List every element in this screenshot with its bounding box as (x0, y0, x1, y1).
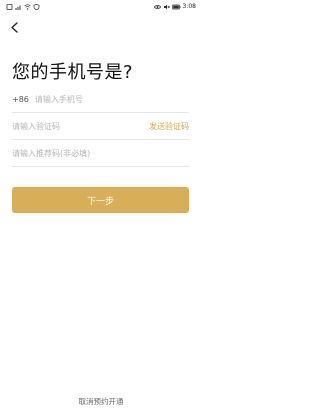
country-code[interactable]: +86 (12, 95, 29, 104)
code-row: 发送验证码 (12, 114, 189, 140)
send-code-button[interactable]: 发送验证码 (149, 121, 189, 132)
referral-row (12, 141, 189, 167)
status-time: 3:08 (182, 3, 196, 10)
chevron-left-icon (10, 21, 18, 33)
referral-input[interactable] (12, 149, 189, 158)
status-right: 3:08 (153, 3, 196, 10)
shield-icon (33, 4, 40, 10)
wifi-icon (24, 4, 31, 10)
back-button[interactable] (7, 20, 21, 34)
signal-icon (15, 5, 21, 10)
status-bar: 3:08 (0, 0, 202, 14)
phone-row: +86 (12, 87, 189, 113)
sim-icon (6, 4, 13, 10)
code-input[interactable] (12, 122, 149, 131)
phone-input[interactable] (34, 95, 189, 104)
eye-icon (153, 4, 161, 10)
mute-icon (163, 4, 170, 10)
battery-icon (171, 4, 181, 10)
page-title: 您的手机号是? (12, 62, 134, 83)
cancel-reservation-link[interactable]: 取消预约开通 (0, 396, 202, 407)
next-button[interactable]: 下一步 (12, 187, 189, 213)
status-left (6, 4, 40, 10)
